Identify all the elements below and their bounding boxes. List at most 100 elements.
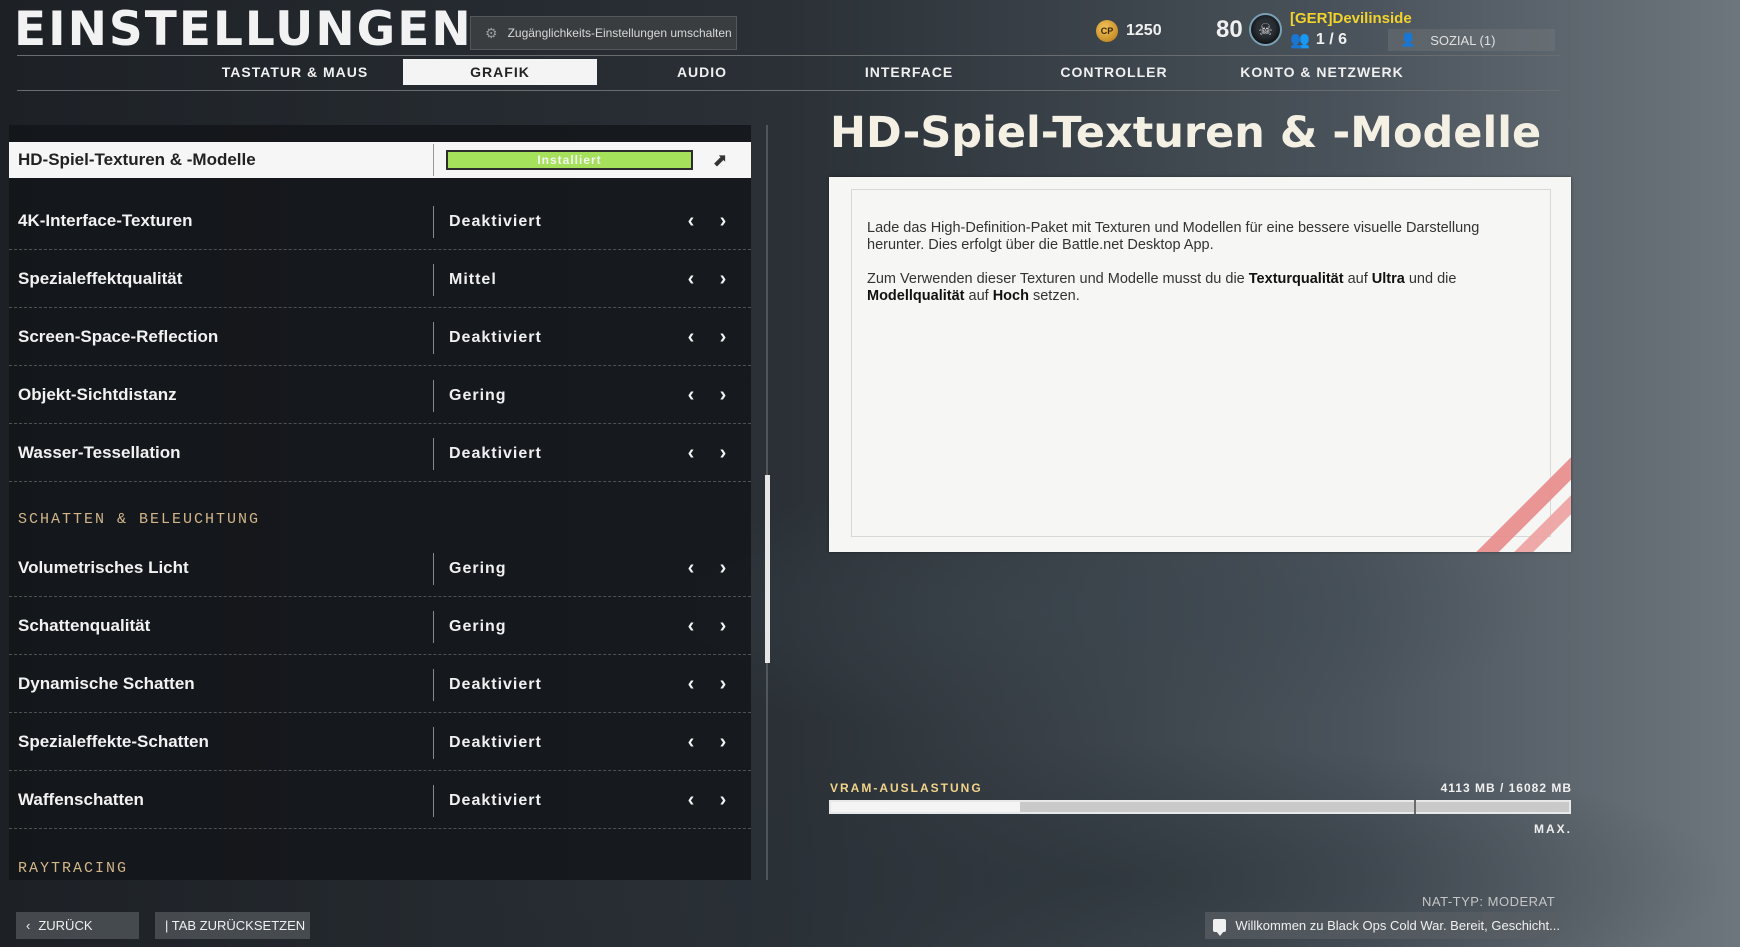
chevron-left-icon[interactable]: ‹ xyxy=(681,556,701,580)
setting-divider xyxy=(433,380,434,412)
setting-hd-textures[interactable]: HD-Spiel-Texturen & -Modelle Installiert… xyxy=(9,142,751,178)
setting-divider xyxy=(433,727,434,759)
chevron-right-icon[interactable]: › xyxy=(713,556,733,580)
settings-scrollbar-thumb[interactable] xyxy=(765,475,770,663)
chat-message-text: Willkommen zu Black Ops Cold War. Bereit… xyxy=(1235,918,1560,933)
chevron-left-icon[interactable]: ‹ xyxy=(681,325,701,349)
setting-value: Gering xyxy=(449,560,507,577)
setting-label: Waffenschatten xyxy=(18,790,144,809)
accessibility-toggle-button[interactable]: ⚙ Zugänglichkeits-Einstellungen umschalt… xyxy=(470,16,737,50)
setting-label: HD-Spiel-Texturen & -Modelle xyxy=(18,150,256,169)
chevron-left-icon[interactable]: ‹ xyxy=(681,730,701,754)
text-emphasis: Modellqualität xyxy=(867,288,965,304)
setting-value: Deaktiviert xyxy=(449,676,542,693)
text-segment: auf xyxy=(1343,271,1372,287)
chat-bubble-icon xyxy=(1213,919,1227,936)
setting-shadow-quality[interactable]: Schattenqualität Gering ‹ › xyxy=(9,597,751,655)
chevron-right-icon[interactable]: › xyxy=(713,614,733,638)
social-button[interactable]: 👤 SOZIAL (1) xyxy=(1388,29,1555,51)
tab-keyboard-mouse[interactable]: TASTATUR & MAUS xyxy=(195,59,395,85)
cod-points-icon: CP xyxy=(1096,20,1118,42)
tab-account-network[interactable]: KONTO & NETZWERK xyxy=(1217,59,1427,85)
chevron-left-icon[interactable]: ‹ xyxy=(681,267,701,291)
top-bar: EINSTELLUNGEN ⚙ Zugänglichkeits-Einstell… xyxy=(0,0,1740,60)
chevron-right-icon[interactable]: › xyxy=(713,325,733,349)
chevron-right-icon[interactable]: › xyxy=(713,672,733,696)
setting-value: Deaktiviert xyxy=(449,329,542,346)
text-emphasis: Ultra xyxy=(1371,271,1405,287)
section-heading-raytracing: RAYTRACING xyxy=(18,860,129,877)
chevron-right-icon[interactable]: › xyxy=(713,383,733,407)
text-segment: und die xyxy=(1404,271,1457,287)
vram-usage-fill xyxy=(831,802,1020,812)
setting-4k-interface-textures[interactable]: 4K-Interface-Texturen Deaktiviert ‹ › xyxy=(9,192,751,250)
vram-usage-value: 4113 MB / 16082 MB xyxy=(1440,781,1572,795)
setting-water-tessellation[interactable]: Wasser-Tessellation Deaktiviert ‹ › xyxy=(9,424,751,482)
chevron-left-icon[interactable]: ‹ xyxy=(681,383,701,407)
vram-max-label: MAX. xyxy=(1534,822,1572,836)
setting-divider xyxy=(433,438,434,470)
vram-usage-bar xyxy=(829,800,1571,814)
setting-value: Deaktiviert xyxy=(449,734,542,751)
setting-effects-quality[interactable]: Spezialeffektqualität Mittel ‹ › xyxy=(9,250,751,308)
vram-usage-label: VRAM-AUSLASTUNG xyxy=(830,781,983,795)
setting-volumetric-light[interactable]: Volumetrisches Licht Gering ‹ › xyxy=(9,539,751,597)
party-count-value: 1 / 6 xyxy=(1315,31,1348,48)
section-heading-shadows-lighting: SCHATTEN & BELEUCHTUNG xyxy=(18,511,261,528)
social-label: SOZIAL (1) xyxy=(1430,32,1496,48)
description-card: Lade das High-Definition-Paket mit Textu… xyxy=(829,177,1571,552)
setting-divider xyxy=(433,553,434,585)
setting-label: Screen-Space-Reflection xyxy=(18,327,219,346)
chevron-right-icon[interactable]: › xyxy=(713,788,733,812)
player-emblem-icon[interactable]: ☠ xyxy=(1249,13,1282,46)
chevron-right-icon[interactable]: › xyxy=(713,441,733,465)
chevron-left-icon[interactable]: ‹ xyxy=(681,209,701,233)
users-icon: 👥 xyxy=(1290,32,1310,49)
settings-tab-bar: TASTATUR & MAUS GRAFIK AUDIO INTERFACE C… xyxy=(17,55,1560,91)
text-segment: auf xyxy=(964,288,993,304)
install-status-bar: Installiert xyxy=(446,150,693,170)
chevron-left-icon[interactable]: ‹ xyxy=(681,614,701,638)
reset-tab-button[interactable]: | TAB ZURÜCKSETZEN xyxy=(155,912,310,939)
setting-weapon-shadows[interactable]: Waffenschatten Deaktiviert ‹ › xyxy=(9,771,751,829)
tab-graphics[interactable]: GRAFIK xyxy=(403,59,597,85)
tab-interface[interactable]: INTERFACE xyxy=(839,59,979,85)
person-icon: 👤 xyxy=(1400,32,1417,47)
tab-controller[interactable]: CONTROLLER xyxy=(1039,59,1189,85)
vram-max-marker xyxy=(1414,800,1417,814)
setting-label: Volumetrisches Licht xyxy=(18,558,189,577)
description-text: Lade das High-Definition-Paket mit Textu… xyxy=(867,220,1527,322)
back-button[interactable]: ‹ ZURÜCK xyxy=(16,912,139,939)
graphics-settings-list: HD-Spiel-Texturen & -Modelle Installiert… xyxy=(9,125,751,880)
chevron-right-icon[interactable]: › xyxy=(713,267,733,291)
cod-points-value: 1250 xyxy=(1126,22,1162,39)
chat-message-bar[interactable]: Willkommen zu Black Ops Cold War. Bereit… xyxy=(1205,912,1560,939)
setting-label: Spezialeffektqualität xyxy=(18,269,183,288)
setting-label: Dynamische Schatten xyxy=(18,674,195,693)
external-link-icon[interactable]: ⬈ xyxy=(709,149,731,171)
setting-object-view-distance[interactable]: Objekt-Sichtdistanz Gering ‹ › xyxy=(9,366,751,424)
chevron-left-icon[interactable]: ‹ xyxy=(681,441,701,465)
gear-icon: ⚙ xyxy=(485,24,498,41)
setting-screen-space-reflection[interactable]: Screen-Space-Reflection Deaktiviert ‹ › xyxy=(9,308,751,366)
text-segment: Zum Verwenden dieser Texturen und Modell… xyxy=(867,271,1249,287)
tab-audio[interactable]: AUDIO xyxy=(637,59,767,85)
player-name[interactable]: [GER]Devilinside xyxy=(1290,10,1412,27)
setting-effects-shadows[interactable]: Spezialeffekte-Schatten Deaktiviert ‹ › xyxy=(9,713,751,771)
chevron-left-icon[interactable]: ‹ xyxy=(681,788,701,812)
nat-type-status: NAT-TYP: MODERAT xyxy=(1422,894,1556,909)
chevron-right-icon[interactable]: › xyxy=(713,730,733,754)
tab-bar-divider xyxy=(17,90,1560,91)
description-paragraph: Lade das High-Definition-Paket mit Textu… xyxy=(867,220,1480,253)
setting-divider xyxy=(433,322,434,354)
setting-label: Schattenqualität xyxy=(18,616,151,635)
chevron-right-icon[interactable]: › xyxy=(713,209,733,233)
text-emphasis: Hoch xyxy=(992,288,1029,304)
setting-dynamic-shadows[interactable]: Dynamische Schatten Deaktiviert ‹ › xyxy=(9,655,751,713)
setting-value: Mittel xyxy=(449,271,497,288)
setting-label: 4K-Interface-Texturen xyxy=(18,211,193,230)
setting-divider xyxy=(433,206,434,238)
party-count[interactable]: 👥 1 / 6 xyxy=(1290,30,1347,50)
text-segment: setzen. xyxy=(1028,288,1080,304)
chevron-left-icon[interactable]: ‹ xyxy=(681,672,701,696)
